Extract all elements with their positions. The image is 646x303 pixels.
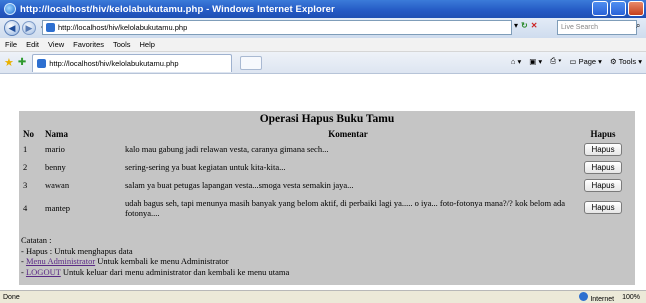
- page-icon: [46, 23, 55, 32]
- forward-arrow-icon: ▶: [25, 22, 33, 33]
- print-icon[interactable]: ⎙ ▾: [550, 56, 561, 66]
- favorites-star-icon[interactable]: ★: [4, 56, 14, 69]
- cell-no: 4: [23, 202, 28, 213]
- menu-tools[interactable]: Tools: [113, 40, 131, 49]
- notes-menu-line: - Menu Administrator Untuk kembali ke me…: [21, 256, 289, 267]
- minimize-button[interactable]: [592, 1, 608, 16]
- cell-nama: mantep: [45, 202, 71, 213]
- address-row: ◀ ▶ ▾ http://localhost/hiv/kelolabukutam…: [0, 18, 646, 38]
- tab-page-icon: [37, 58, 47, 68]
- menu-help[interactable]: Help: [140, 40, 155, 49]
- internet-zone: Internet: [579, 292, 614, 303]
- tools-menu-label: Tools: [618, 56, 637, 66]
- table-header-row: No Nama Komentar Hapus: [21, 128, 633, 140]
- cell-nama: wawan: [45, 180, 70, 190]
- guestbook-panel: Operasi Hapus Buku Tamu No Nama Komentar…: [19, 111, 635, 285]
- search-icon[interactable]: ⌕: [636, 21, 640, 31]
- search-placeholder: Live Search: [561, 24, 598, 31]
- tab-active[interactable]: http://localhost/hiv/kelolabukutamu.php: [32, 53, 233, 72]
- title-bar: http://localhost/hiv/kelolabukutamu.php …: [0, 0, 646, 18]
- feeds-icon[interactable]: ▣ ▾: [529, 57, 542, 66]
- cell-hapus: Hapus: [573, 140, 633, 158]
- notes-hapus: - Hapus : Untuk menghapus data: [21, 245, 133, 256]
- home-icon[interactable]: ⌂ ▾: [511, 57, 521, 66]
- cell-nama: mario: [45, 144, 65, 154]
- page-content: Operasi Hapus Buku Tamu No Nama Komentar…: [0, 75, 646, 290]
- menu-favorites[interactable]: Favorites: [73, 40, 104, 49]
- notes-logout-line: - LOGOUT Untuk keluar dari menu administ…: [21, 267, 289, 278]
- forward-button[interactable]: ▶: [22, 21, 36, 35]
- zoom-level[interactable]: 100%: [622, 294, 640, 301]
- menu-file[interactable]: File: [5, 40, 17, 49]
- col-komentar: Komentar: [328, 129, 368, 139]
- refresh-icon[interactable]: ↻: [521, 21, 528, 30]
- cell-nama: benny: [45, 162, 66, 172]
- table-row: 3 wawan salam ya buat petugas lapangan v…: [21, 176, 633, 194]
- guestbook-table: No Nama Komentar Hapus 1 mario kalo mau …: [21, 128, 633, 221]
- page-title: Operasi Hapus Buku Tamu: [259, 113, 395, 125]
- close-button[interactable]: [628, 1, 644, 16]
- col-nama: Nama: [45, 129, 68, 139]
- table-row: 2 benny sering-sering ya buat kegiatan u…: [21, 158, 633, 176]
- cell-komentar: sering-sering ya buat kegiatan untuk kit…: [125, 162, 286, 172]
- status-right: Internet 100%: [579, 292, 640, 303]
- tab-label: http://localhost/hiv/kelolabukutamu.php: [49, 58, 179, 68]
- search-input[interactable]: Live Search: [557, 20, 637, 35]
- cell-komentar: salam ya buat petugas lapangan vesta...s…: [125, 180, 354, 190]
- menu-view[interactable]: View: [48, 40, 64, 49]
- cell-hapus: Hapus: [573, 176, 633, 194]
- hapus-button[interactable]: Hapus: [584, 160, 622, 174]
- address-text: http://localhost/hiv/kelolabukutamu.php: [58, 23, 188, 32]
- cell-no: 3: [23, 180, 28, 190]
- window-controls: [592, 1, 644, 16]
- page-menu[interactable]: ▭ Page ▾: [569, 57, 602, 66]
- notes-logout-text: Untuk keluar dari menu administrator dan…: [60, 266, 290, 277]
- add-favorite-icon[interactable]: ✚: [18, 57, 26, 68]
- col-no: No: [23, 129, 34, 139]
- hapus-button[interactable]: Hapus: [584, 201, 622, 214]
- cell-hapus: Hapus: [573, 158, 633, 176]
- menu-administrator-link[interactable]: Menu Administrator: [26, 256, 95, 266]
- notes-heading: Catatan :: [21, 235, 52, 245]
- globe-icon: [579, 292, 589, 301]
- cell-no: 1: [23, 144, 28, 154]
- menu-edit[interactable]: Edit: [26, 40, 39, 49]
- zone-label: Internet: [590, 296, 615, 303]
- cell-no: 2: [23, 162, 28, 172]
- address-input[interactable]: http://localhost/hiv/kelolabukutamu.php: [42, 20, 512, 35]
- col-hapus: Hapus: [590, 129, 616, 139]
- cell-hapus: Hapus: [573, 194, 633, 221]
- cell-komentar: udah bagus seh, tapi menunya masih banya…: [125, 197, 565, 218]
- hapus-button[interactable]: Hapus: [584, 178, 622, 192]
- new-tab-button[interactable]: [240, 55, 263, 70]
- maximize-button[interactable]: [610, 1, 626, 16]
- tab-row: ★ ✚ http://localhost/hiv/kelolabukutamu.…: [0, 52, 646, 74]
- back-button[interactable]: ◀: [4, 20, 20, 36]
- page-menu-label: Page: [578, 56, 597, 66]
- table-row: 4 mantep udah bagus seh, tapi menunya ma…: [21, 194, 633, 221]
- cell-komentar: kalo mau gabung jadi relawan vesta, cara…: [125, 144, 329, 154]
- back-arrow-icon: ◀: [8, 22, 16, 33]
- menu-bar: File Edit View Favorites Tools Help: [0, 38, 646, 52]
- address-actions: ▾ ↻ ✕: [514, 21, 537, 30]
- command-bar: ⌂ ▾ ▣ ▾ ⎙ ▾ ▭ Page ▾ ⚙ Tools ▾: [511, 56, 642, 66]
- ie-logo-icon: [4, 3, 16, 15]
- notes-menu-text: Untuk kembali ke menu Administrator: [95, 256, 229, 266]
- hapus-button[interactable]: Hapus: [584, 142, 622, 156]
- table-row: 1 mario kalo mau gabung jadi relawan ves…: [21, 140, 633, 158]
- stop-icon[interactable]: ✕: [531, 21, 538, 30]
- notes-section: Catatan : - Hapus : Untuk menghapus data…: [21, 235, 289, 277]
- tools-menu[interactable]: ⚙ Tools ▾: [610, 57, 642, 66]
- status-bar: Done Internet 100%: [0, 290, 646, 303]
- logout-link[interactable]: LOGOUT: [26, 267, 61, 277]
- address-dropdown-icon[interactable]: ▾: [514, 21, 518, 30]
- window-title: http://localhost/hiv/kelolabukutamu.php …: [20, 3, 335, 15]
- status-text: Done: [3, 293, 20, 301]
